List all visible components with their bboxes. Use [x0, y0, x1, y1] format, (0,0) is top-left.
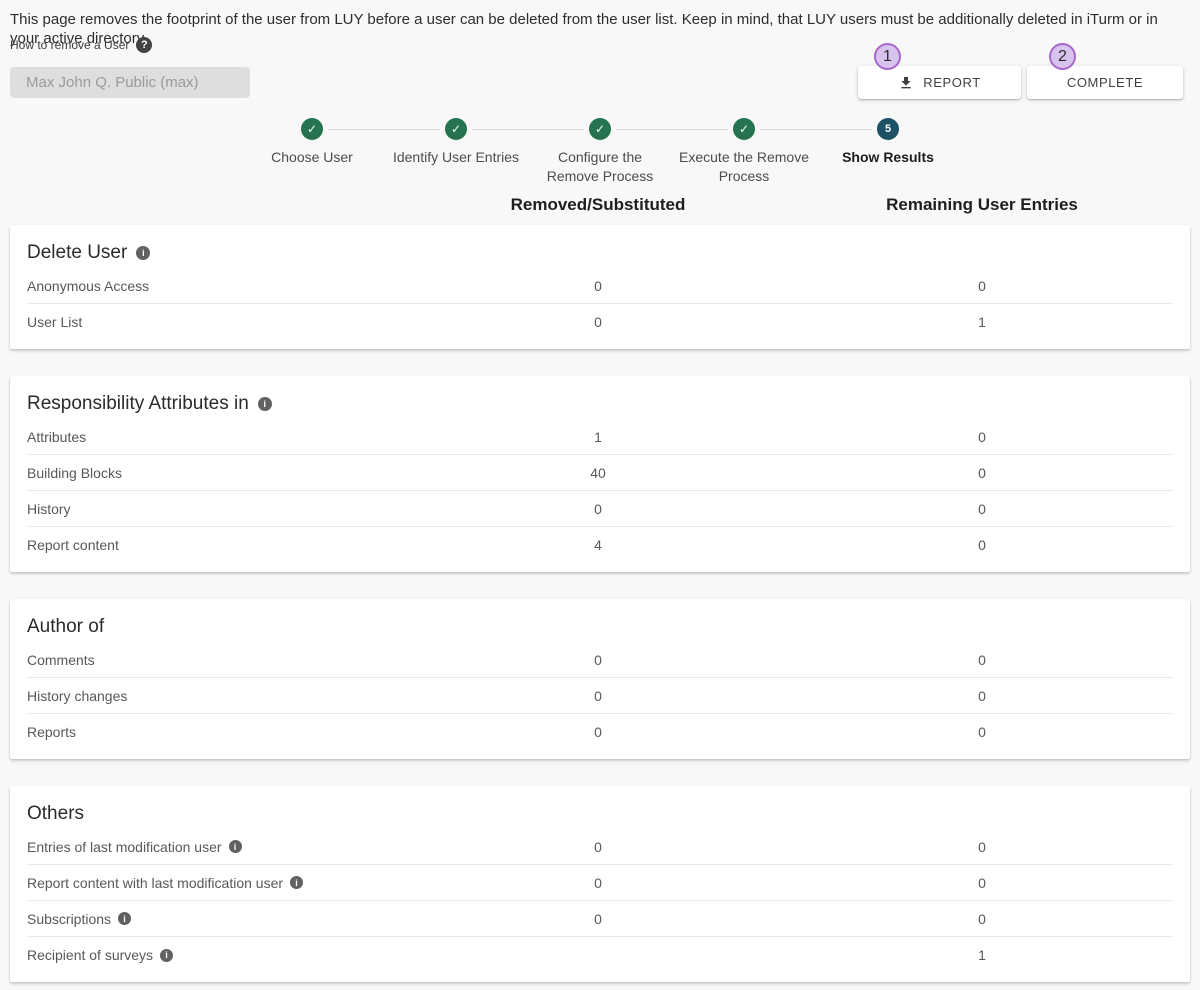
- info-icon[interactable]: i: [229, 840, 242, 853]
- step-label: Configure the Remove Process: [547, 148, 654, 186]
- remaining-value: 0: [978, 875, 986, 891]
- section-title: Others: [27, 803, 84, 825]
- remaining-value: 0: [978, 537, 986, 553]
- table-row: Report content with last modification us…: [27, 865, 1173, 901]
- table-row: Entries of last modification user i 0 0: [27, 829, 1173, 865]
- table-row: Subscriptions i 0 0: [27, 901, 1173, 937]
- row-label: Building Blocks: [27, 465, 122, 481]
- removed-value: 0: [594, 652, 602, 668]
- selected-user-field: [10, 67, 250, 98]
- removed-value: 4: [594, 537, 602, 553]
- remove-user-page: This page removes the footprint of the u…: [0, 0, 1200, 990]
- row-label: History changes: [27, 688, 127, 704]
- table-row: User List 0 1: [27, 304, 1173, 340]
- info-icon[interactable]: i: [258, 397, 272, 411]
- remaining-value: 0: [978, 429, 986, 445]
- row-label: Comments: [27, 652, 95, 668]
- remaining-value: 1: [978, 947, 986, 963]
- removed-value: 40: [590, 465, 606, 481]
- table-row: Report content 4 0: [27, 527, 1173, 563]
- removed-value: 0: [594, 839, 602, 855]
- info-icon[interactable]: i: [118, 912, 131, 925]
- row-label: Attributes: [27, 429, 86, 445]
- info-icon[interactable]: i: [290, 876, 303, 889]
- step-check-icon: ✓: [589, 118, 611, 140]
- section-title: Delete User: [27, 242, 127, 264]
- step-label: Execute the Remove Process: [679, 148, 809, 186]
- complete-button-label: COMPLETE: [1067, 75, 1143, 90]
- help-link[interactable]: How to remove a User: [10, 38, 129, 52]
- table-row: Recipient of surveys i 1: [27, 937, 1173, 973]
- section-card-responsibility-attributes: Responsibility Attributes in i Attributes 1…: [10, 376, 1190, 572]
- info-icon[interactable]: i: [160, 949, 173, 962]
- download-icon: [898, 75, 914, 91]
- removed-value: 0: [594, 875, 602, 891]
- remaining-value: 0: [978, 465, 986, 481]
- section-card-delete-user: Delete User i Anonymous Access 0 0 User List 0…: [10, 225, 1190, 349]
- section-title: Author of: [27, 616, 104, 638]
- stepper-step-5[interactable]: 5 Show Results: [816, 118, 960, 186]
- step-label: Show Results: [842, 148, 934, 167]
- section-header: Others: [27, 799, 1173, 829]
- row-label: Reports: [27, 724, 76, 740]
- section-card-author-of: Author ofComments00History changes00Repo…: [10, 599, 1190, 759]
- removed-value: 0: [594, 314, 602, 330]
- intro-text: This page removes the footprint of the u…: [10, 10, 1190, 48]
- row-label: Report content: [27, 537, 119, 553]
- table-row: Reports 0 0: [27, 714, 1173, 750]
- row-label: Subscriptions: [27, 911, 111, 927]
- step-check-icon: ✓: [445, 118, 467, 140]
- table-row: Comments 0 0: [27, 642, 1173, 678]
- row-label: Recipient of surveys: [27, 947, 153, 963]
- section-card-others: Others Entries of last modification user i…: [10, 786, 1190, 982]
- section-header: Author of: [27, 612, 1173, 642]
- question-mark-icon[interactable]: ?: [136, 37, 152, 53]
- remaining-value: 0: [978, 839, 986, 855]
- info-icon[interactable]: i: [136, 246, 150, 260]
- remaining-value: 1: [978, 314, 986, 330]
- step-check-icon: ✓: [301, 118, 323, 140]
- row-label: Report content with last modification us…: [27, 875, 283, 891]
- annotation-badge-1: 1: [874, 43, 901, 70]
- removed-value: 0: [594, 688, 602, 704]
- table-row: Building Blocks 40 0: [27, 455, 1173, 491]
- remaining-value: 0: [978, 911, 986, 927]
- section-header: Responsibility Attributes in i: [27, 389, 1173, 419]
- column-header-remaining: Remaining User Entries: [886, 195, 1078, 215]
- table-row: History 0 0: [27, 491, 1173, 527]
- step-number-badge: 5: [877, 118, 899, 140]
- removed-value: 0: [594, 501, 602, 517]
- step-label: Choose User: [271, 148, 353, 167]
- removed-value: 0: [594, 278, 602, 294]
- remaining-value: 0: [978, 501, 986, 517]
- result-sections: Delete User i Anonymous Access 0 0 User List 0…: [10, 225, 1190, 982]
- column-header-removed: Removed/Substituted: [511, 195, 686, 215]
- help-row: How to remove a User ?: [10, 37, 152, 53]
- table-row: Attributes 1 0: [27, 419, 1173, 455]
- table-row: Anonymous Access 0 0: [27, 268, 1173, 304]
- remaining-value: 0: [978, 724, 986, 740]
- row-label: Entries of last modification user: [27, 839, 222, 855]
- table-row: History changes 0 0: [27, 678, 1173, 714]
- row-label: History: [27, 501, 71, 517]
- removed-value: 0: [594, 724, 602, 740]
- remaining-value: 0: [978, 652, 986, 668]
- step-label: Identify User Entries: [393, 148, 519, 167]
- stepper: ✓ Choose User ✓ Identify User Entries ✓ Confi…: [240, 118, 960, 186]
- remaining-value: 0: [978, 278, 986, 294]
- row-label: Anonymous Access: [27, 278, 149, 294]
- section-header: Delete User i: [27, 238, 1173, 268]
- remaining-value: 0: [978, 688, 986, 704]
- removed-value: 1: [594, 429, 602, 445]
- row-label: User List: [27, 314, 82, 330]
- removed-value: 0: [594, 911, 602, 927]
- step-check-icon: ✓: [733, 118, 755, 140]
- annotation-badge-2: 2: [1049, 43, 1076, 70]
- section-title: Responsibility Attributes in: [27, 393, 249, 415]
- complete-button[interactable]: COMPLETE: [1027, 66, 1183, 99]
- report-button[interactable]: REPORT: [858, 66, 1021, 99]
- report-button-label: REPORT: [923, 75, 981, 90]
